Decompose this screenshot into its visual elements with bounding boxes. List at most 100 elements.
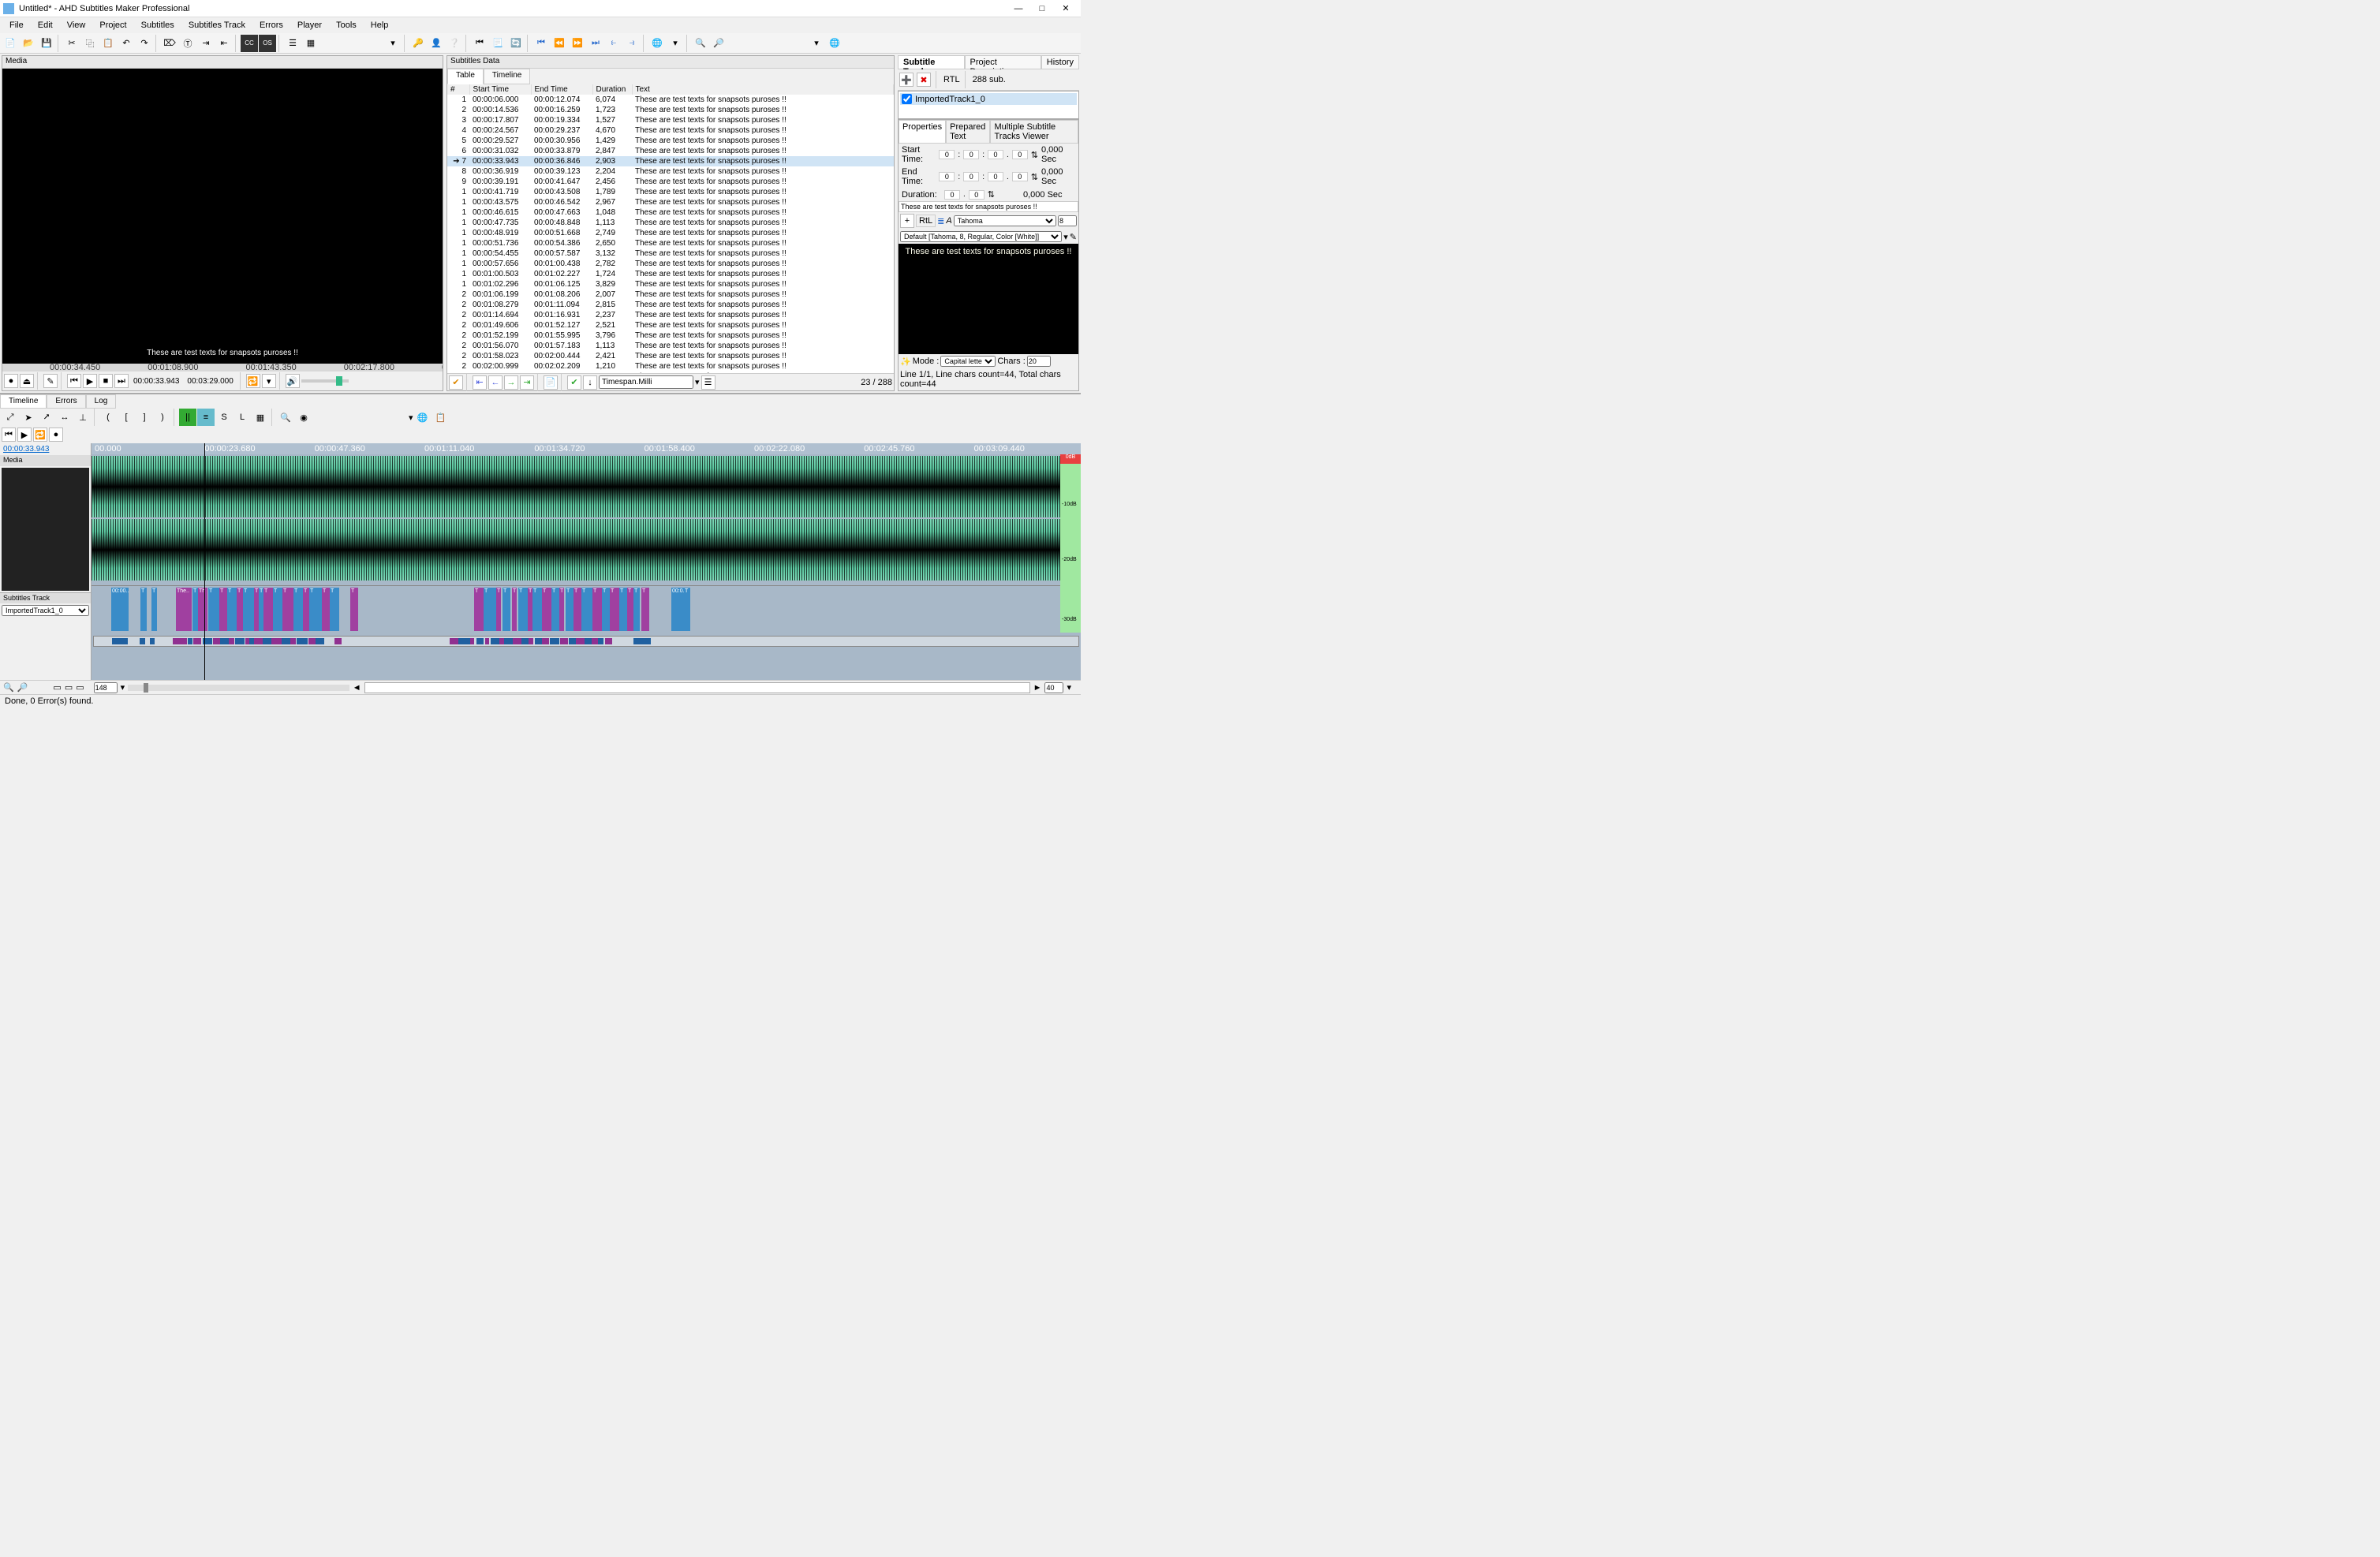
open-icon[interactable]: 📂 [20,35,37,52]
table-row[interactable]: 400:00:24.56700:00:29.2374,670These are … [447,125,894,136]
end-ms[interactable] [1012,172,1028,181]
tab-history[interactable]: History [1041,55,1079,69]
table-row[interactable]: 500:00:29.52700:00:30.9561,429These are … [447,136,894,146]
subtitle-clip[interactable]: 00:00.. [111,588,129,631]
track-checkbox[interactable] [902,94,912,104]
add-track-button[interactable]: ➕ [899,73,914,87]
skip-fwd-icon[interactable]: ⏭ [587,35,604,52]
tl-find-icon[interactable]: 🔍 [277,409,294,426]
subtitle-clip[interactable]: T [140,588,147,631]
globe-icon[interactable]: 🌐 [826,35,843,52]
volume-slider[interactable] [301,379,349,383]
check-button[interactable]: ✔ [449,375,463,390]
tab-multi-viewer[interactable]: Multiple Subtitle Tracks Viewer [990,120,1078,144]
spin-down[interactable]: ▾ [121,682,125,693]
spin-r[interactable]: ▾ [1067,682,1071,693]
zoom-slider[interactable] [128,685,349,691]
menu-subtitles track[interactable]: Subtitles Track [182,19,252,32]
col-#[interactable]: # [447,84,469,95]
subtitle-clip[interactable]: T [263,588,273,631]
minimize-button[interactable]: — [1007,1,1030,17]
subtitle-clip[interactable]: T [619,588,627,631]
table-row[interactable]: 100:00:47.73500:00:48.8481,113These are … [447,218,894,228]
undo-icon[interactable]: ↶ [118,35,135,52]
table-row[interactable]: 200:01:52.19900:01:55.9953,796These are … [447,330,894,341]
subtitle-clip[interactable]: T [602,588,610,631]
table-row[interactable]: 100:01:00.50300:01:02.2271,724These are … [447,269,894,279]
tl-track-select[interactable]: ImportedTrack1_0 [2,605,89,616]
tl-s-icon[interactable]: S [215,409,233,426]
col-duration[interactable]: Duration [592,84,632,95]
edit-style-icon[interactable]: ✎ [1070,232,1077,242]
maximize-button[interactable]: □ [1030,1,1054,17]
subtitle-clip[interactable]: T [542,588,551,631]
h-scrollbar[interactable] [364,682,1030,693]
spinner-icon[interactable]: ⇅ [1031,172,1038,182]
style-dropdown-icon[interactable]: ▾ [1063,232,1068,242]
font-icon[interactable]: A [946,216,951,226]
edit-button[interactable]: ✎ [43,374,58,388]
subtitle-clip[interactable]: T [208,588,219,631]
tl-globe-icon[interactable]: 🌐 [414,409,432,426]
import-icon[interactable]: ⇥ [197,35,215,52]
wand-icon[interactable]: ✨ [900,357,911,367]
help-icon[interactable]: ❔ [446,35,463,52]
subtitle-clip[interactable]: T [192,588,198,631]
subtitle-clip[interactable]: T [322,588,330,631]
table-row[interactable]: 100:00:43.57500:00:46.5422,967These are … [447,197,894,207]
subtitle-clip[interactable]: T [512,588,517,631]
menu-edit[interactable]: Edit [32,19,59,32]
subtitle-clip[interactable]: Th [198,588,207,631]
menu-project[interactable]: Project [93,19,133,32]
table-row[interactable]: 900:00:39.19100:00:41.6472,456These are … [447,177,894,187]
eject-button[interactable]: ⏏ [20,374,34,388]
menu-subtitles[interactable]: Subtitles [135,19,181,32]
table-row[interactable]: 200:00:14.53600:00:16.2591,723These are … [447,105,894,115]
table-row[interactable]: 200:01:56.07000:01:57.1831,113These are … [447,341,894,351]
translate-icon[interactable]: Ⓣ [179,35,196,52]
subtitle-clip[interactable]: T [559,588,564,631]
dropdown3-icon[interactable]: ▾ [808,35,825,52]
volume-button[interactable]: 🔊 [286,374,300,388]
table-row[interactable]: 600:00:31.03200:00:33.8792,847These are … [447,146,894,156]
end-s[interactable] [988,172,1003,181]
zoom-left[interactable] [94,682,118,693]
tl-bracket4-icon[interactable]: ) [154,409,171,426]
subtitle-clip[interactable]: T [574,588,581,631]
tl-pointer-icon[interactable]: ➤ [20,409,37,426]
timeline-time[interactable]: 00:00:33.943 [0,443,91,455]
table-row[interactable]: 200:01:06.19900:01:08.2062,007These are … [447,289,894,300]
os-icon[interactable]: OS [259,35,276,52]
subtitle-text-input[interactable]: These are test texts for snapsots purose… [899,201,1078,212]
step-fwd-button[interactable]: ⏭ [114,374,129,388]
zoom-in-icon[interactable]: 🔍 [692,35,709,52]
tl-bracket3-icon[interactable]: ] [136,409,153,426]
zoom-right[interactable] [1044,682,1063,693]
spinner-icon[interactable]: ⇅ [988,189,995,200]
subtitle-clip[interactable]: T [592,588,602,631]
save-icon[interactable]: 💾 [38,35,55,52]
subtitles-table[interactable]: #Start TimeEnd TimeDurationText100:00:06… [447,84,894,373]
subtitle-clip[interactable]: T [309,588,322,631]
delete-icon[interactable]: ⌦ [161,35,178,52]
subtitle-clip[interactable]: T [684,588,690,631]
timeline-ruler[interactable]: 00.00000:00:23.68000:00:47.36000:01:11.0… [92,443,1081,454]
tl-pin-icon[interactable]: ⊥ [74,409,92,426]
tab-table[interactable]: Table [447,69,484,84]
tab-project-desc[interactable]: Project Description [965,55,1041,69]
add-line-icon[interactable]: + [900,214,914,228]
prev-page-icon[interactable]: ⏮ [471,35,488,52]
menu-file[interactable]: File [3,19,30,32]
tl-marker-icon[interactable]: ◉ [295,409,312,426]
subtitle-clip[interactable]: T [237,588,243,631]
nav-first-icon[interactable]: ⇤ [473,375,487,390]
spinner-icon[interactable]: ⇅ [1031,150,1038,160]
grid-icon[interactable]: ▦ [302,35,319,52]
nav-last-icon[interactable]: ⇥ [520,375,534,390]
options-icon[interactable]: ☰ [701,375,715,390]
zoom-out-small-icon[interactable]: 🔎 [17,682,28,693]
subtitle-clip[interactable]: T [551,588,559,631]
tl-rows-icon[interactable]: ≡ [197,409,215,426]
subtitle-clip[interactable]: T [633,588,640,631]
track-item[interactable]: ImportedTrack1_0 [900,93,1077,105]
